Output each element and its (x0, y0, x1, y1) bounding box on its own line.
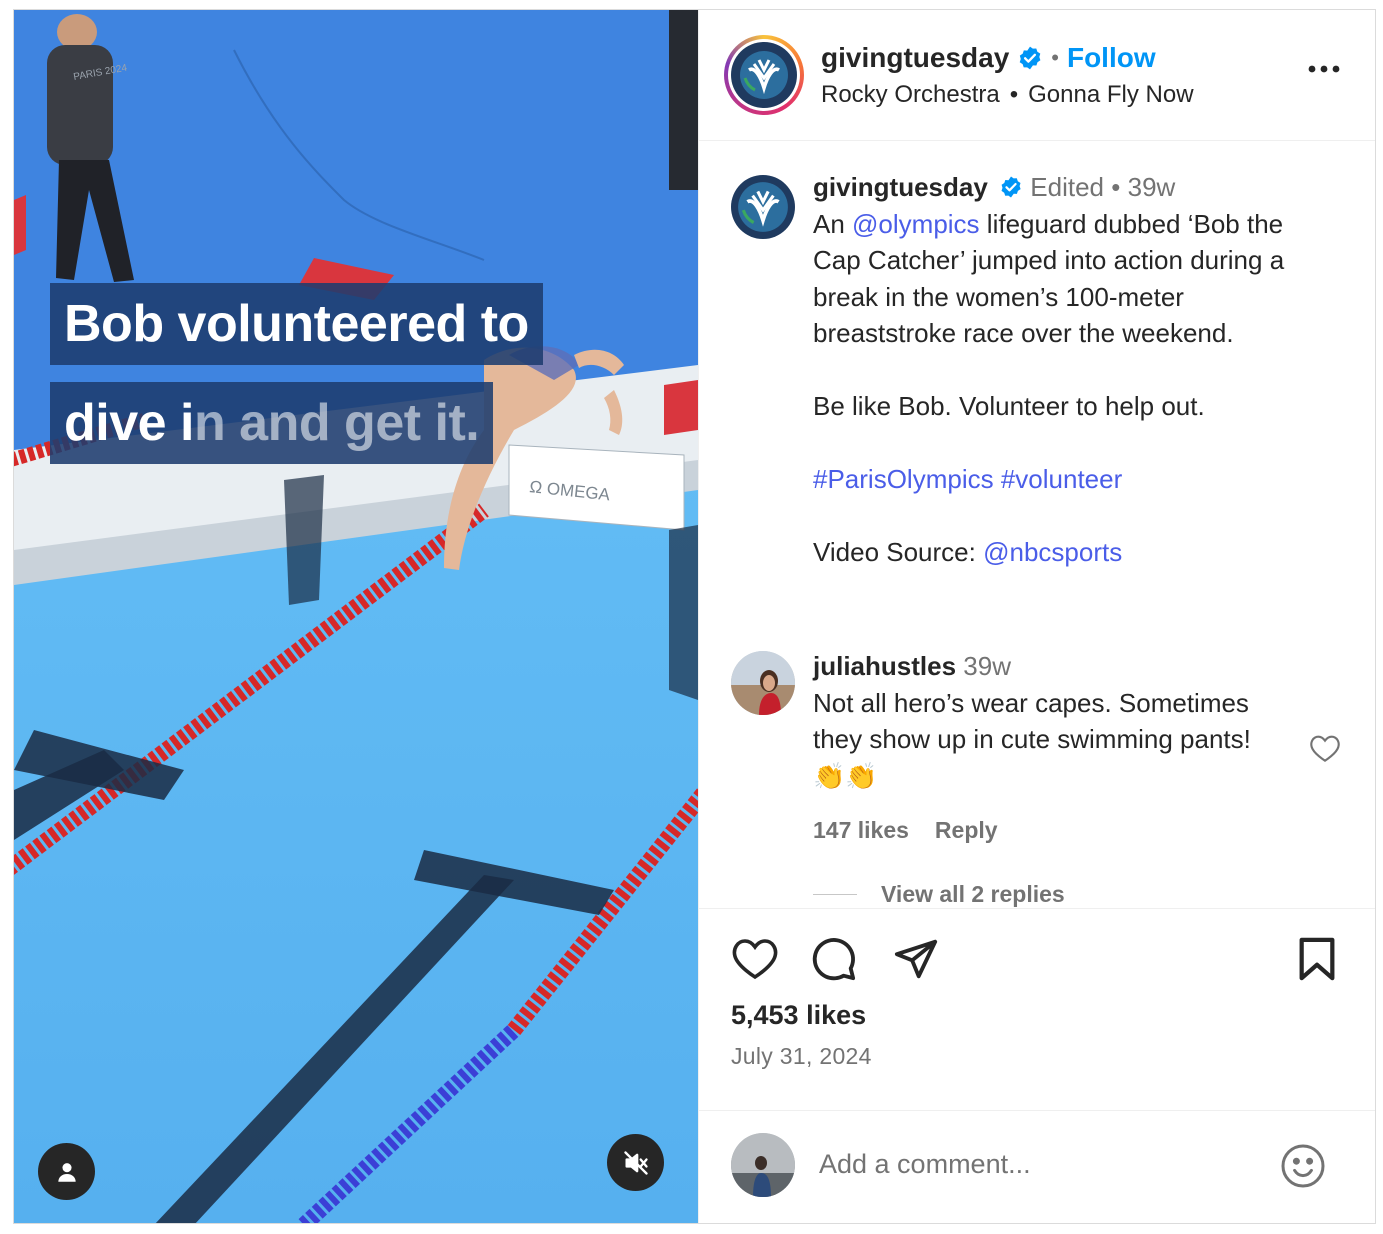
post-caption: givingtuesday Edited • 39w An @olympics … (813, 169, 1333, 571)
comment-body: Not all hero’s wear capes. Sometimes the… (813, 687, 1251, 791)
current-user-avatar (731, 1133, 795, 1197)
hashtag-parisolympics[interactable]: #ParisOlympics (813, 464, 994, 494)
share-button[interactable] (893, 936, 939, 987)
comment-meta: 147 likes Reply (813, 817, 998, 844)
hashtags: #ParisOlympics #volunteer (813, 461, 1333, 498)
comment-age: 39w (963, 651, 1011, 681)
tagged-users-button[interactable] (38, 1143, 95, 1200)
author-row: givingtuesday • Follow (821, 42, 1156, 74)
mention-nbcsports[interactable]: @nbcsports (983, 537, 1122, 567)
audio-attribution[interactable]: Rocky Orchestra • Gonna Fly Now (821, 81, 1194, 109)
view-replies-button[interactable]: View all 2 replies (813, 881, 1065, 908)
emoji-picker-button[interactable] (1279, 1142, 1327, 1195)
comments-scroll-area[interactable]: givingtuesday Edited • 39w An @olympics … (699, 141, 1375, 909)
comment-username[interactable]: juliahustles (813, 651, 956, 681)
caption-body: An @olympics lifeguard dubbed ‘Bob the C… (813, 206, 1333, 352)
user-icon (57, 1162, 76, 1182)
post-header: givingtuesday • Follow Rocky Orchestra •… (699, 10, 1375, 141)
action-bar (699, 922, 1375, 1002)
comment-button[interactable] (811, 936, 857, 987)
post-age: 39w (1127, 172, 1176, 202)
mention-olympics[interactable]: @olympics (852, 209, 980, 239)
author-avatar[interactable] (724, 35, 804, 115)
givingtuesday-logo-icon (738, 182, 788, 232)
heart-outline-icon (1310, 735, 1340, 762)
givingtuesday-logo-icon (731, 42, 797, 108)
video-caption-line-2: dive in and get it. (50, 382, 494, 464)
replies-divider (813, 894, 857, 895)
edited-label: Edited (1030, 172, 1105, 202)
author-username[interactable]: givingtuesday (821, 42, 1009, 74)
post-details-panel: givingtuesday • Follow Rocky Orchestra •… (698, 10, 1375, 1223)
caption-line: Be like Bob. Volunteer to help out. (813, 391, 1205, 421)
bookmark-icon (1299, 937, 1335, 981)
comment-likes[interactable]: 147 likes (813, 817, 909, 844)
comment-input[interactable] (819, 1144, 1259, 1184)
post-dialog: Ω OMEGA PARIS 2024 Bob volunteered to di… (13, 9, 1376, 1224)
save-button[interactable] (1297, 936, 1337, 987)
like-comment-button[interactable] (1309, 733, 1341, 768)
audio-separator: • (1009, 81, 1019, 108)
video-caption-part-faded: n and get it. (193, 394, 480, 452)
video-source-line: Video Source: @nbcsports (813, 534, 1333, 571)
video-player[interactable]: Ω OMEGA PARIS 2024 Bob volunteered to di… (14, 10, 698, 1223)
separator-dot: • (1051, 45, 1059, 70)
speech-bubble-icon (812, 938, 856, 981)
commenter-avatar[interactable] (731, 651, 795, 715)
video-caption-part: dive i (64, 394, 194, 452)
verified-badge-icon (999, 175, 1023, 199)
paper-plane-icon (894, 939, 938, 979)
post-date: July 31, 2024 (731, 1043, 872, 1069)
more-options-button[interactable] (1308, 60, 1340, 78)
heart-icon (732, 939, 778, 980)
audio-track: Gonna Fly Now (1028, 81, 1194, 108)
more-horizontal-icon (1308, 65, 1340, 73)
view-replies-label: View all 2 replies (881, 881, 1065, 907)
comment: juliahustles 39w Not all hero’s wear cap… (813, 648, 1273, 794)
like-button[interactable] (731, 936, 779, 985)
speaker-muted-icon (623, 1150, 648, 1175)
caption-username[interactable]: givingtuesday (813, 172, 988, 202)
hashtag-volunteer[interactable]: #volunteer (1001, 464, 1122, 494)
audio-artist: Rocky Orchestra (821, 81, 1000, 108)
caption-meta-row: givingtuesday Edited • 39w (813, 169, 1333, 206)
meta-separator: • (1111, 172, 1121, 202)
caption-text: An (813, 208, 853, 239)
comment-composer (699, 1110, 1375, 1223)
reply-button[interactable]: Reply (935, 817, 998, 844)
video-source-label: Video Source: (813, 537, 984, 567)
smiley-icon (1281, 1144, 1325, 1188)
mute-toggle-button[interactable] (607, 1134, 664, 1191)
video-caption-line-1: Bob volunteered to (50, 283, 543, 365)
follow-button[interactable]: Follow (1067, 42, 1156, 74)
pool-scene: Ω OMEGA PARIS 2024 (14, 10, 698, 1223)
verified-badge-icon (1017, 45, 1043, 71)
likes-count[interactable]: 5,453 likes (731, 1000, 866, 1031)
caption-author-avatar[interactable] (731, 175, 795, 239)
